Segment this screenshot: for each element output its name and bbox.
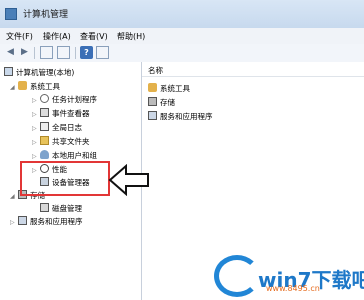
list-item-services-apps[interactable]: 服务和应用程序 (148, 111, 213, 123)
pointer-arrow-icon (108, 164, 149, 196)
collapsed-arrow-icon[interactable]: ▷ (32, 109, 40, 121)
shared-folder-icon (40, 136, 49, 145)
collapsed-arrow-icon[interactable]: ▷ (10, 217, 18, 229)
tree-item-event-viewer[interactable]: ▷ 事件查看器 (32, 108, 90, 120)
window-title: 计算机管理 (23, 10, 69, 20)
back-arrow-icon[interactable]: ◀ (4, 46, 17, 59)
tree-root-label: 计算机管理(本地) (16, 68, 75, 77)
clock-icon (40, 94, 49, 103)
toolbar-separator (34, 47, 35, 59)
expand-arrow-icon[interactable]: ◢ (10, 191, 18, 203)
tree-label: 磁盘管理 (52, 204, 82, 213)
tree-root[interactable]: 计算机管理(本地) (4, 67, 74, 79)
services-icon (18, 216, 27, 225)
highlight-box (20, 161, 110, 196)
watermark-url: www.8495.cn (266, 284, 320, 293)
toolbar-separator (75, 47, 76, 59)
list-item-system-tools[interactable]: 系统工具 (148, 83, 190, 95)
menu-action[interactable]: 操作(A) (43, 31, 71, 42)
expand-arrow-icon[interactable]: ◢ (10, 82, 18, 94)
properties-icon[interactable] (57, 46, 70, 59)
watermark-logo-icon (214, 255, 260, 297)
users-icon (40, 150, 49, 159)
menu-file[interactable]: 文件(F) (6, 31, 33, 42)
list-item-storage[interactable]: 存储 (148, 97, 175, 109)
event-viewer-icon (40, 108, 49, 117)
help-icon[interactable]: ? (80, 46, 93, 59)
column-header[interactable]: 名称 (142, 62, 364, 77)
export-list-icon[interactable] (96, 46, 109, 59)
forward-arrow-icon[interactable]: ▶ (18, 46, 31, 59)
tree-item-global-log[interactable]: ▷ 全局日志 (32, 122, 82, 134)
tree-item-system-tools[interactable]: ◢ 系统工具 (10, 81, 60, 93)
disk-icon (40, 203, 49, 212)
storage-icon (148, 97, 157, 106)
tools-icon (18, 81, 27, 90)
menu-bar: 文件(F) 操作(A) 查看(V) 帮助(H) (0, 28, 364, 45)
tree-label: 本地用户和组 (52, 151, 97, 160)
tree-item-services-apps[interactable]: ▷ 服务和应用程序 (10, 216, 83, 228)
list-item-label: 服务和应用程序 (160, 112, 213, 121)
tree-item-disk-management[interactable]: 磁盘管理 (40, 203, 82, 215)
tree-label: 任务计划程序 (52, 95, 97, 104)
tree-label: 事件查看器 (52, 109, 90, 118)
tools-icon (148, 83, 157, 92)
menu-help[interactable]: 帮助(H) (117, 31, 145, 42)
tree-label: 全局日志 (52, 123, 82, 132)
computer-icon (4, 67, 13, 76)
tree-item-task-scheduler[interactable]: ▷ 任务计划程序 (32, 94, 97, 106)
column-name-label: 名称 (148, 66, 163, 75)
tree-label: 共享文件夹 (52, 137, 90, 146)
services-icon (148, 111, 157, 120)
collapsed-arrow-icon[interactable]: ▷ (32, 137, 40, 149)
list-item-label: 存储 (160, 98, 175, 107)
title-bar: 计算机管理 (0, 0, 364, 28)
collapsed-arrow-icon[interactable]: ▷ (32, 123, 40, 135)
tree-label: 系统工具 (30, 82, 60, 91)
list-item-label: 系统工具 (160, 84, 190, 93)
collapsed-arrow-icon[interactable]: ▷ (32, 95, 40, 107)
log-icon (40, 122, 49, 131)
tree-label: 服务和应用程序 (30, 217, 83, 226)
tree-item-shared-folders[interactable]: ▷ 共享文件夹 (32, 136, 90, 148)
console-tree-icon[interactable] (40, 46, 53, 59)
menu-view[interactable]: 查看(V) (80, 31, 108, 42)
computer-management-icon (5, 8, 17, 20)
toolbar: ◀ ▶ ? (0, 44, 364, 63)
